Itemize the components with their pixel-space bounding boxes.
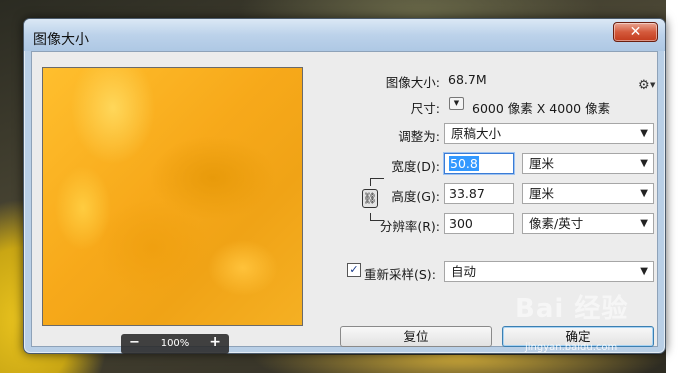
resample-label: 重新采样(S): [364,267,436,282]
chevron-down-icon: ▼ [640,128,648,139]
fit-to-value: 原稿大小 [451,126,502,141]
width-label: 宽度(D): [391,159,440,174]
close-icon: ✕ [629,24,642,40]
resample-checkbox[interactable]: ✓ [347,263,361,277]
width-input[interactable]: 50.8 [444,153,514,174]
width-unit-select[interactable]: 厘米 ▼ [522,153,654,174]
dimensions-unit-dropdown[interactable]: ▼ [449,97,464,110]
chevron-down-icon: ▼ [640,218,648,229]
resample-select[interactable]: 自动 ▼ [444,261,654,282]
resolution-unit-select[interactable]: 像素/英寸 ▼ [522,213,654,234]
zoom-in-button[interactable]: + [209,334,221,350]
dimensions-label: 尺寸: [410,101,440,116]
gear-icon[interactable]: ⚙ [638,78,650,93]
chevron-down-icon: ▼ [640,158,648,169]
height-label: 高度(G): [391,189,440,204]
baidu-watermark: Bai 经验 [515,294,629,324]
height-unit-value: 厘米 [529,186,555,201]
background-edge [666,0,684,373]
link-bracket-top [370,178,384,186]
zoom-controls: − 100% + [121,334,229,354]
height-value: 33.87 [449,186,485,201]
checkmark-icon: ✓ [349,263,359,276]
resolution-value: 300 [449,216,473,231]
height-input[interactable]: 33.87 [444,183,514,204]
chevron-down-icon: ▼ [640,188,648,199]
reset-button[interactable]: 复位 [340,326,492,347]
height-unit-select[interactable]: 厘米 ▼ [522,183,654,204]
close-button[interactable]: ✕ [613,22,658,42]
resolution-input[interactable]: 300 [444,213,514,234]
image-preview[interactable] [42,67,303,326]
image-size-value: 68.7M [448,72,487,87]
fit-to-label: 调整为: [398,129,440,144]
width-unit-value: 厘米 [529,156,555,171]
reset-button-label: 复位 [403,329,429,344]
chevron-down-icon: ▼ [640,266,648,277]
dimensions-value: 6000 像素 X 4000 像素 [472,101,611,116]
chevron-down-icon: ▼ [453,99,460,107]
baidu-watermark-url: jingyan.baidu.com [525,342,618,353]
image-size-label: 图像大小: [385,75,440,90]
resolution-unit-value: 像素/英寸 [529,216,584,231]
dialog-title: 图像大小 [33,32,89,48]
resample-value: 自动 [451,264,477,279]
width-value: 50.8 [449,156,479,171]
dialog-titlebar[interactable]: 图像大小 ✕ [24,19,665,51]
fit-to-select[interactable]: 原稿大小 ▼ [444,123,654,144]
resolution-label: 分辨率(R): [379,219,440,234]
gear-menu-caret-icon[interactable]: ▼ [650,81,655,89]
